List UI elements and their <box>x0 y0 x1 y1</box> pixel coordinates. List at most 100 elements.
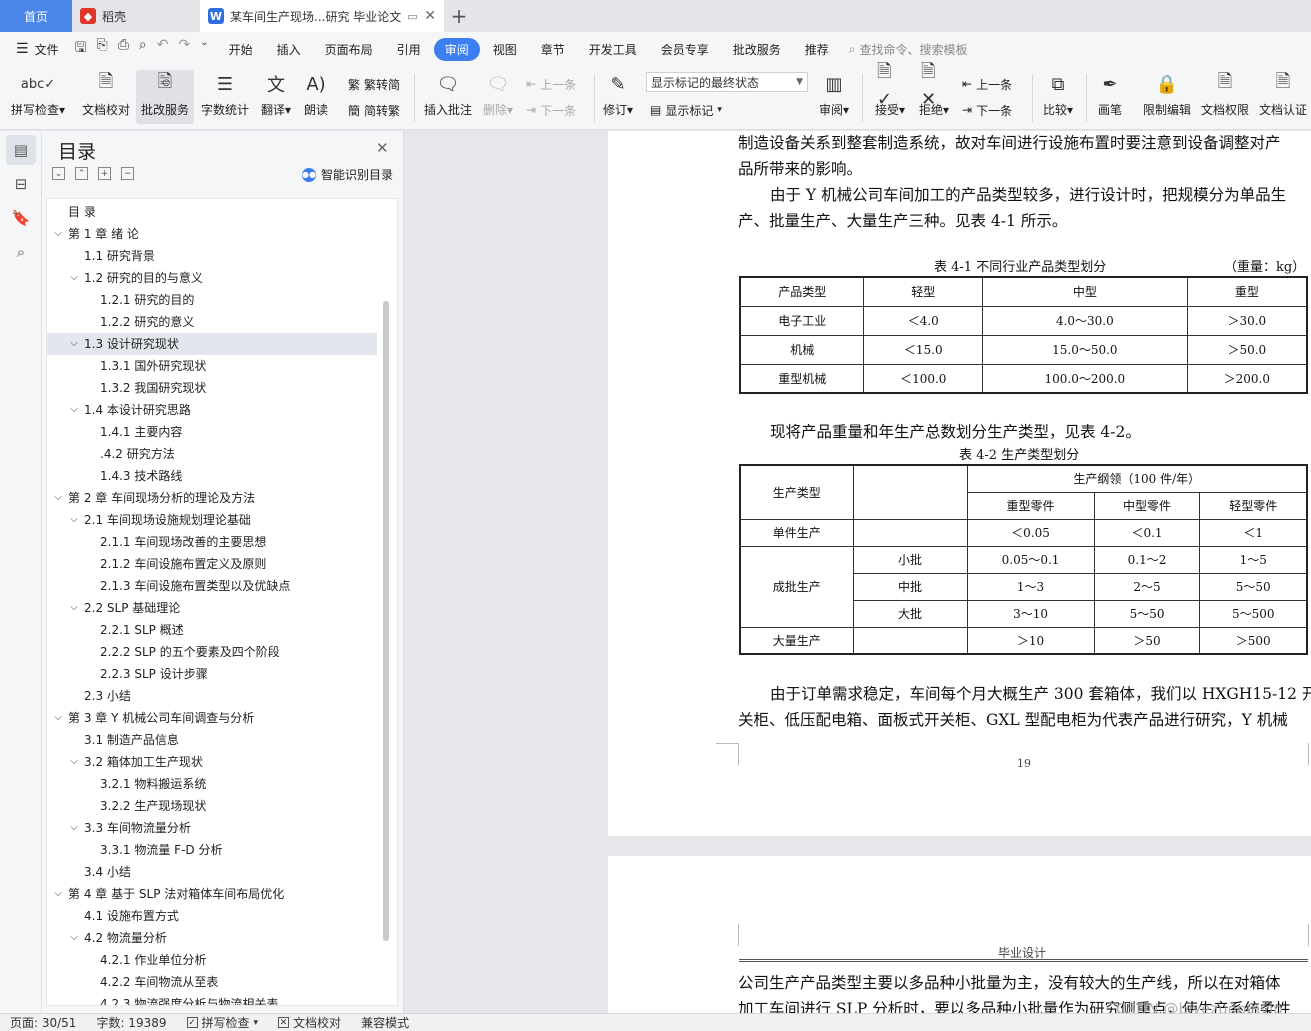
track-changes-button[interactable]: ✎ 修订▾ <box>600 70 636 124</box>
print-preview-icon[interactable]: ⌕ <box>139 37 147 61</box>
toc-item[interactable]: .4.2 研究方法 <box>47 443 377 465</box>
smart-toc-button[interactable]: ●● 智能识别目录 <box>302 166 393 183</box>
toc-item[interactable]: 3.3.1 物流量 F-D 分析 <box>47 839 377 861</box>
toc-item[interactable]: 1.2.1 研究的目的 <box>47 289 377 311</box>
search-panel-icon[interactable]: ⌕ <box>6 237 36 267</box>
toc-item[interactable]: ⌵ 2.1 车间现场设施规划理论基础 <box>47 509 377 531</box>
remove-heading-icon[interactable]: − <box>121 167 134 180</box>
file-menu[interactable]: ☰ 文件 <box>8 41 67 58</box>
toc-item[interactable]: ⌵ 第 2 章 车间现场分析的理论及方法 <box>47 487 377 509</box>
toc-item[interactable]: 4.1 设施布置方式 <box>47 905 377 927</box>
chevron-down-icon[interactable]: ⌵ <box>67 927 81 949</box>
insert-comment-button[interactable]: 🗨 插入批注 <box>422 70 474 124</box>
toc-item[interactable]: 4.2.2 车间物流从至表 <box>47 971 377 993</box>
next-comment-button[interactable]: ⇥ 下一条 <box>526 100 576 120</box>
tab-home[interactable]: 首页 <box>0 0 72 32</box>
toc-item[interactable]: ⌵ 第 3 章 Y 机械公司车间调查与分析 <box>47 707 377 729</box>
add-heading-icon[interactable]: + <box>98 167 111 180</box>
toc-item[interactable]: 1.3.2 我国研究现状 <box>47 377 377 399</box>
tab-document[interactable]: W 某车间生产现场...研究 毕业论文 ▭ ✕ <box>200 0 444 32</box>
chevron-down-icon[interactable]: ⌵ <box>51 487 65 509</box>
word-count-button[interactable]: ☰ 字数统计 <box>198 70 252 124</box>
undo-icon[interactable]: ↶ <box>157 37 169 61</box>
bookmark-icon[interactable]: 🔖 <box>6 203 36 233</box>
pen-button[interactable]: ✒ 画笔 <box>1092 70 1128 124</box>
export-pdf-icon[interactable]: ⎘ <box>97 37 108 61</box>
menu-item[interactable]: 插入 <box>266 38 312 61</box>
menu-item[interactable]: 开发工具 <box>578 38 648 61</box>
doc-proof-status[interactable]: ✕ 文档校对 <box>268 1014 351 1031</box>
close-tab-icon[interactable]: ✕ <box>424 8 436 24</box>
toc-item[interactable]: ⌵ 1.3 设计研究现状 <box>47 333 377 355</box>
toc-item[interactable]: 2.1.2 车间设施布置定义及原则 <box>47 553 377 575</box>
read-aloud-button[interactable]: A) 朗读 <box>300 70 332 124</box>
collapse-all-icon[interactable]: ⌄ <box>52 167 65 180</box>
redo-icon[interactable]: ↷ <box>179 37 191 61</box>
menu-item[interactable]: 引用 <box>386 38 432 61</box>
print-icon[interactable]: ⎙ <box>118 37 129 61</box>
toc-item[interactable]: ⌵ 3.3 车间物流量分析 <box>47 817 377 839</box>
accept-button[interactable]: 🗎✓ 接受▾ <box>870 61 910 124</box>
prev-comment-button[interactable]: ⇤ 上一条 <box>526 74 576 94</box>
toc-item[interactable]: ⌵ 2.2 SLP 基础理论 <box>47 597 377 619</box>
compare-button[interactable]: ⧉ 比较▾ <box>1038 70 1078 124</box>
doc-certify-button[interactable]: 🗎 文档认证 <box>1256 70 1310 124</box>
chevron-down-icon[interactable]: ⌵ <box>67 399 81 421</box>
doc-rights-button[interactable]: 🗎 文档权限 <box>1198 70 1252 124</box>
correction-service-button[interactable]: 🗟 批改服务 <box>136 70 194 124</box>
toc-panel-icon[interactable]: ▤ <box>6 135 36 165</box>
toc-item[interactable]: 3.1 制造产品信息 <box>47 729 377 751</box>
toc-item[interactable]: ⌵ 3.2 箱体加工生产现状 <box>47 751 377 773</box>
chevron-down-icon[interactable]: ⌵ <box>67 333 81 355</box>
chapter-nav-icon[interactable]: ⊟ <box>6 169 36 199</box>
menu-item[interactable]: 会员专享 <box>650 38 720 61</box>
menu-item[interactable]: 开始 <box>218 38 264 61</box>
trad-to-simp-button[interactable]: 繁繁转简 <box>348 74 400 94</box>
toc-item[interactable]: ⌵ 1.2 研究的目的与意义 <box>47 267 377 289</box>
toc-item[interactable]: 目 录 <box>47 201 377 223</box>
toc-item[interactable]: 2.1.1 车间现场改善的主要思想 <box>47 531 377 553</box>
menu-item[interactable]: 视图 <box>482 38 528 61</box>
menu-item[interactable]: 章节 <box>530 38 576 61</box>
toc-item[interactable]: 2.2.2 SLP 的五个要素及四个阶段 <box>47 641 377 663</box>
chevron-down-icon[interactable]: ⌵ <box>67 597 81 619</box>
spell-check-button[interactable]: abc✓ 拼写检查▾ <box>8 70 68 124</box>
tab-docer[interactable]: ◆ 稻壳 <box>72 0 200 32</box>
chevron-down-icon[interactable]: ⌵ <box>51 223 65 245</box>
toc-item[interactable]: ⌵ 4.2 物流量分析 <box>47 927 377 949</box>
spell-check-toggle[interactable]: ✓ 拼写检查 ▾ <box>177 1014 269 1031</box>
toc-item[interactable]: 1.2.2 研究的意义 <box>47 311 377 333</box>
toc-item[interactable]: 2.2.1 SLP 概述 <box>47 619 377 641</box>
simp-to-trad-button[interactable]: 簡简转繁 <box>348 100 400 120</box>
page-indicator[interactable]: 页面: 30/51 <box>0 1014 86 1031</box>
word-count-indicator[interactable]: 字数: 19389 <box>86 1014 176 1031</box>
toc-item[interactable]: 1.4.3 技术路线 <box>47 465 377 487</box>
chevron-down-icon[interactable]: ⌵ <box>51 707 65 729</box>
toc-item[interactable]: 1.1 研究背景 <box>47 245 377 267</box>
toc-item[interactable]: 3.2.2 生产现场现状 <box>47 795 377 817</box>
toc-item[interactable]: 1.4.1 主要内容 <box>47 421 377 443</box>
prev-change-button[interactable]: ⇤ 上一条 <box>962 74 1012 94</box>
toc-item[interactable]: 1.3.1 国外研究现状 <box>47 355 377 377</box>
toc-scrollbar[interactable] <box>383 301 389 941</box>
review-pane-button[interactable]: ▥ 审阅▾ <box>814 70 854 124</box>
toc-item[interactable]: 2.2.3 SLP 设计步骤 <box>47 663 377 685</box>
chevron-down-icon[interactable]: ⌵ <box>67 267 81 289</box>
toc-item[interactable]: 4.2.3 物流强度分析与物流相关表 <box>47 993 377 1005</box>
menu-item[interactable]: 页面布局 <box>314 38 384 61</box>
close-icon[interactable]: ✕ <box>376 139 389 157</box>
menu-item[interactable]: 批改服务 <box>722 38 792 61</box>
chevron-down-icon[interactable]: ⌵ <box>67 509 81 531</box>
delete-comment-button[interactable]: 🗨 删除▾ <box>480 70 516 124</box>
restrict-edit-button[interactable]: 🔒 限制编辑 <box>1140 70 1194 124</box>
chevron-down-icon[interactable]: ⌵ <box>67 817 81 839</box>
reject-button[interactable]: 🗎✕ 拒绝▾ <box>914 61 954 124</box>
command-search[interactable]: ⌕ 查找命令、搜索模板 <box>849 41 968 58</box>
save-icon[interactable]: 🖫 <box>75 37 87 61</box>
menu-item[interactable]: 审阅 <box>433 37 480 61</box>
toc-item[interactable]: ⌵ 第 4 章 基于 SLP 法对箱体车间布局优化 <box>47 883 377 905</box>
new-tab-button[interactable]: + <box>444 0 474 32</box>
more-icon[interactable]: ⌄ <box>200 37 208 61</box>
toc-item[interactable]: 3.4 小结 <box>47 861 377 883</box>
chevron-down-icon[interactable]: ⌵ <box>67 751 81 773</box>
